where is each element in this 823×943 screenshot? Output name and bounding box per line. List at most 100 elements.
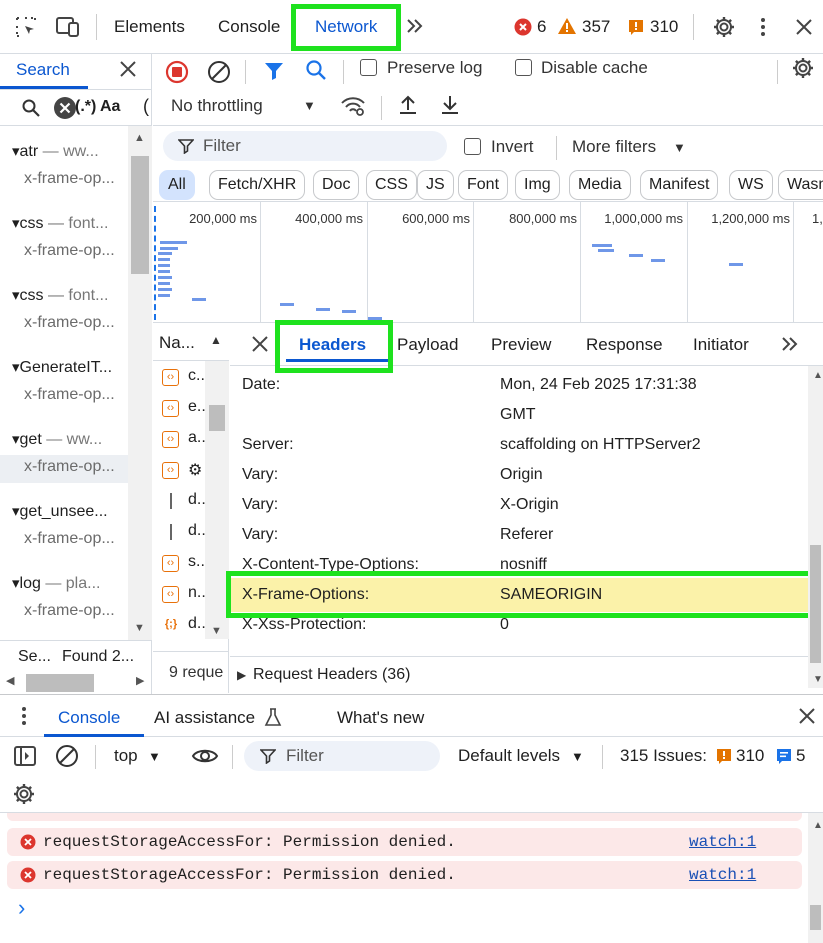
messages-count[interactable]: 5 <box>796 746 805 766</box>
search-result-file[interactable]: ▾log — pla... <box>12 574 128 593</box>
request-row[interactable]: ‹› c... <box>153 362 227 393</box>
scrollbar-thumb[interactable] <box>131 156 149 274</box>
drawer-tab-whats-new[interactable]: What's new <box>337 708 424 728</box>
search-match-line[interactable]: x-frame-op... <box>0 314 128 332</box>
expand-triangle-icon[interactable]: ▶ <box>237 668 246 682</box>
device-toolbar-icon[interactable] <box>55 15 81 39</box>
more-filters-button[interactable]: More filters <box>572 137 656 157</box>
search-result-file[interactable]: ▾css — font... <box>12 214 128 233</box>
live-expression-eye-icon[interactable] <box>191 745 219 767</box>
log-levels-select[interactable]: Default levels <box>458 746 560 766</box>
scrollbar-thumb[interactable] <box>810 545 821 663</box>
scroll-up-arrow[interactable]: ▲ <box>813 820 823 831</box>
close-devtools-icon[interactable] <box>794 17 814 37</box>
scroll-up-arrow[interactable]: ▲ <box>134 132 145 144</box>
search-result-file[interactable]: ▾get — ww... <box>12 430 128 449</box>
search-match-line[interactable]: x-frame-op... <box>0 530 128 548</box>
filter-chip-doc[interactable]: Doc <box>313 170 360 200</box>
filter-chip-font[interactable]: Font <box>458 170 509 200</box>
expand-arrow-icon[interactable]: ▾ <box>12 575 20 592</box>
inspect-element-icon[interactable] <box>14 15 38 39</box>
drawer-menu-icon[interactable] <box>20 705 28 727</box>
console-error-row[interactable]: requestStorageAccessFor: Permission deni… <box>7 828 802 856</box>
filter-chip-media[interactable]: Media <box>569 170 631 200</box>
search-match-line[interactable]: x-frame-op... <box>0 602 128 620</box>
search-match-line[interactable]: x-frame-op... <box>0 170 128 188</box>
filter-chip-wasm[interactable]: Wasm <box>778 170 823 200</box>
horizontal-scrollbar[interactable]: ◀ ▶ <box>0 672 152 694</box>
request-row[interactable]: ‹› a... <box>153 424 227 455</box>
expand-arrow-icon[interactable]: ▾ <box>12 143 20 160</box>
request-row[interactable]: d... <box>153 517 227 548</box>
tab-elements[interactable]: Elements <box>114 0 185 54</box>
chevron-down-icon[interactable]: ▼ <box>673 140 686 155</box>
console-error-row[interactable]: requestStorageAccessFor: Permission deni… <box>7 861 802 889</box>
tab-search[interactable]: Search <box>16 60 70 80</box>
scroll-down-arrow[interactable]: ▼ <box>134 622 145 634</box>
network-conditions-icon[interactable] <box>340 95 366 117</box>
issues-label[interactable]: 315 Issues: <box>620 746 707 766</box>
network-settings-icon[interactable] <box>791 56 815 80</box>
filter-chip-ws[interactable]: WS <box>729 170 773 200</box>
more-tabs-icon[interactable] <box>404 16 426 36</box>
sidebar-toggle-icon[interactable] <box>13 745 37 767</box>
chevron-down-icon[interactable]: ▼ <box>148 749 161 764</box>
expand-arrow-icon[interactable]: ▾ <box>12 503 20 520</box>
filter-chip-fetch-xhr[interactable]: Fetch/XHR <box>209 170 306 200</box>
expand-arrow-icon[interactable]: ▾ <box>12 215 20 232</box>
search-network-icon[interactable] <box>305 59 327 81</box>
source-link[interactable]: watch:1 <box>689 833 756 851</box>
expand-arrow-icon[interactable]: ▾ <box>12 431 20 448</box>
search-result-file[interactable]: ▾atr — ww... <box>12 142 128 161</box>
download-icon[interactable] <box>439 94 461 116</box>
filter-chip-all[interactable]: All <box>159 170 195 200</box>
warning-count[interactable]: 357 <box>582 17 610 37</box>
more-tabs-icon[interactable] <box>780 335 800 353</box>
issue-count[interactable]: 310 <box>650 17 678 37</box>
search-match-line[interactable]: x-frame-op... <box>0 242 128 260</box>
request-headers-section[interactable]: ▶ Request Headers (36) <box>230 656 808 694</box>
clear-console-icon[interactable] <box>55 744 79 768</box>
search-result-file[interactable]: ▾GenerateIT... <box>12 358 128 377</box>
settings-gear-icon[interactable] <box>712 15 736 39</box>
tab-payload[interactable]: Payload <box>397 335 458 355</box>
filter-input[interactable]: Filter <box>163 131 447 161</box>
close-detail-icon[interactable] <box>251 335 269 353</box>
request-row[interactable]: {;} d... <box>153 610 227 641</box>
kebab-menu-icon[interactable] <box>758 15 768 39</box>
upload-icon[interactable] <box>397 94 419 116</box>
close-drawer-icon[interactable] <box>798 707 816 725</box>
record-stop-icon[interactable] <box>165 60 189 84</box>
filter-chip-css[interactable]: CSS <box>366 170 417 200</box>
filter-funnel-icon[interactable] <box>263 60 285 82</box>
match-case-toggle[interactable]: Aa <box>100 98 120 116</box>
context-select[interactable]: top <box>114 746 138 766</box>
console-prompt[interactable]: › <box>18 895 25 921</box>
request-row[interactable]: ‹› s... <box>153 548 227 579</box>
preserve-log-checkbox[interactable] <box>360 59 377 76</box>
search-result-file[interactable]: ▾get_unsee... <box>12 502 128 521</box>
expand-arrow-icon[interactable]: ▾ <box>12 287 20 304</box>
scrollbar-thumb[interactable] <box>810 905 821 930</box>
console-settings-gear-icon[interactable] <box>12 782 36 806</box>
request-row[interactable]: ‹› n... <box>153 579 227 610</box>
invert-checkbox[interactable] <box>464 138 481 155</box>
tab-console[interactable]: Console <box>218 0 280 54</box>
issues-count[interactable]: 310 <box>736 746 764 766</box>
tab-preview[interactable]: Preview <box>491 335 551 355</box>
request-row[interactable]: d... <box>153 486 227 517</box>
search-match-line[interactable]: x-frame-op... <box>0 386 128 404</box>
drawer-tab-ai-assistance[interactable]: AI assistance <box>154 708 255 728</box>
filter-chip-manifest[interactable]: Manifest <box>640 170 719 200</box>
close-search-icon[interactable] <box>119 60 137 78</box>
request-row[interactable]: ‹› e... <box>153 393 227 424</box>
source-link[interactable]: watch:1 <box>689 866 756 884</box>
error-count[interactable]: 6 <box>537 17 546 37</box>
drawer-tab-console[interactable]: Console <box>58 708 120 728</box>
console-filter-input[interactable]: Filter <box>244 741 440 771</box>
search-result-file[interactable]: ▾css — font... <box>12 286 128 305</box>
clear-log-icon[interactable] <box>207 60 231 84</box>
tab-response[interactable]: Response <box>586 335 663 355</box>
chevron-down-icon[interactable]: ▼ <box>571 749 584 764</box>
filter-chip-img[interactable]: Img <box>515 170 560 200</box>
